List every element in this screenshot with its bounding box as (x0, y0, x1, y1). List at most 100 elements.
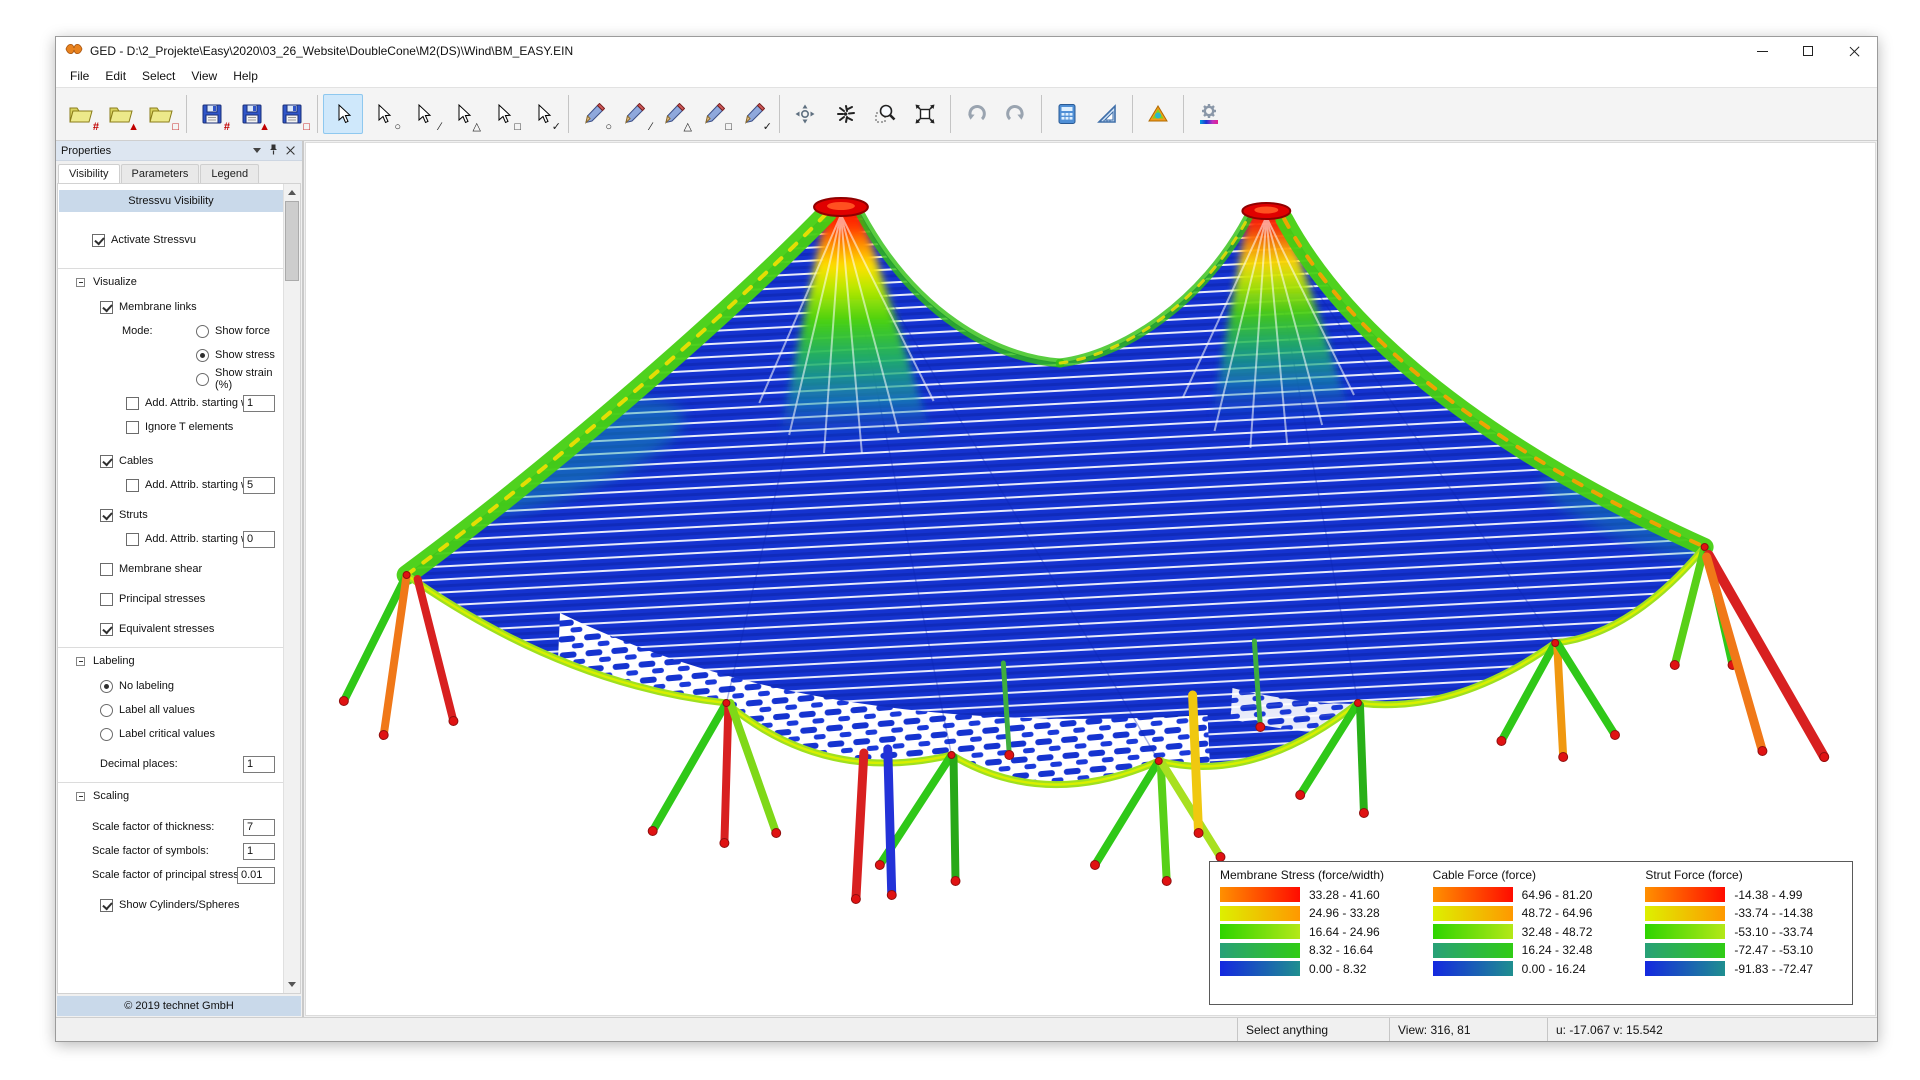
open-file-triangle-icon: ▲ (102, 95, 140, 133)
tab-parameters[interactable]: Parameters (121, 164, 200, 183)
toolbar-separator (568, 95, 569, 133)
menu-file[interactable]: File (62, 67, 97, 85)
select-tool-button[interactable] (323, 94, 363, 134)
save-file-triangle-icon: ▲ (233, 95, 271, 133)
show-strain-radio[interactable] (196, 373, 209, 386)
scrollbar-thumb[interactable] (285, 201, 299, 281)
legend-row: -72.47 - -53.10 (1645, 943, 1842, 958)
draw-check-button[interactable]: ✓ (734, 94, 774, 134)
calculator-button[interactable] (1047, 94, 1087, 134)
collapse-scaling-icon[interactable] (76, 792, 85, 801)
stressvu-settings-button[interactable] (1189, 94, 1229, 134)
show-cylinders-checkbox[interactable] (100, 899, 113, 912)
panel-close-icon[interactable] (286, 146, 295, 155)
membrane-add-attrib-checkbox[interactable] (126, 397, 139, 410)
ignore-t-checkbox[interactable] (126, 421, 139, 434)
minimize-button[interactable] (1739, 37, 1785, 65)
menu-select[interactable]: Select (134, 67, 183, 85)
equivalent-stresses-checkbox[interactable] (100, 623, 113, 636)
collapse-visualize-icon[interactable] (76, 278, 85, 287)
scale-symbols-row: Scale factor of symbols: 1 (92, 839, 283, 863)
select-check-button[interactable]: ✓ (523, 94, 563, 134)
save-file-square-button[interactable]: □ (272, 94, 312, 134)
spray-button[interactable] (825, 94, 865, 134)
show-stress-radio[interactable] (196, 349, 209, 362)
membrane-shear-checkbox[interactable] (100, 563, 113, 576)
open-file-hash-button[interactable]: # (61, 94, 101, 134)
tab-visibility[interactable]: Visibility (58, 164, 120, 184)
draw-lines-button[interactable]: ∕ (614, 94, 654, 134)
cables-add-attrib-checkbox[interactable] (126, 479, 139, 492)
select-points-icon: ○ (364, 95, 402, 133)
labeling-section: Labeling (76, 648, 283, 674)
gradient-swatch (1433, 906, 1513, 921)
main-viewport[interactable]: Membrane Stress (force/width)33.28 - 41.… (305, 142, 1876, 1016)
menu-view[interactable]: View (183, 67, 225, 85)
scroll-down-button[interactable] (284, 976, 300, 993)
membrane-add-attrib-input[interactable]: 1 (243, 395, 275, 412)
measure-button[interactable] (1087, 94, 1127, 134)
scale-principal-input[interactable]: 0.01 (237, 867, 275, 884)
cone-apex-rings (814, 198, 1290, 219)
draw-points-button[interactable]: ○ (574, 94, 614, 134)
app-window: GED - D:\2_Projekte\Easy\2020\03_26_Webs… (55, 36, 1878, 1042)
no-labeling-radio[interactable] (100, 680, 113, 693)
activate-stressvu-checkbox[interactable] (92, 234, 105, 247)
decimal-places-input[interactable]: 1 (243, 756, 275, 773)
zoom-fit-button[interactable] (905, 94, 945, 134)
legend-range-value: 8.32 - 16.64 (1309, 943, 1373, 957)
mesh-view-button[interactable] (1138, 94, 1178, 134)
undo-button[interactable] (956, 94, 996, 134)
select-lines-button[interactable]: ∕ (403, 94, 443, 134)
close-button[interactable] (1831, 37, 1877, 65)
menu-edit[interactable]: Edit (97, 67, 134, 85)
open-file-square-button[interactable]: □ (141, 94, 181, 134)
struts-add-attrib-checkbox[interactable] (126, 533, 139, 546)
collapse-labeling-icon[interactable] (76, 657, 85, 666)
zoom-window-icon (866, 95, 904, 133)
save-file-triangle-button[interactable]: ▲ (232, 94, 272, 134)
membrane-links-checkbox[interactable] (100, 301, 113, 314)
legend-row: -14.38 - 4.99 (1645, 887, 1842, 902)
select-squares-button[interactable]: □ (483, 94, 523, 134)
panel-menu-chevron-icon[interactable] (253, 148, 261, 153)
save-file-hash-button[interactable]: # (192, 94, 232, 134)
gradient-swatch (1220, 887, 1300, 902)
tab-legend[interactable]: Legend (200, 164, 259, 183)
toolbar-separator (317, 95, 318, 133)
legend-column-title: Cable Force (force) (1433, 868, 1630, 882)
principal-stresses-checkbox[interactable] (100, 593, 113, 606)
open-file-triangle-button[interactable]: ▲ (101, 94, 141, 134)
legend-range-value: 0.00 - 8.32 (1309, 962, 1366, 976)
select-triangles-button[interactable]: △ (443, 94, 483, 134)
legend-column-title: Membrane Stress (force/width) (1220, 868, 1417, 882)
gradient-swatch (1433, 924, 1513, 939)
zoom-window-button[interactable] (865, 94, 905, 134)
scale-thickness-input[interactable]: 7 (243, 819, 275, 836)
save-file-square-icon: □ (273, 95, 311, 133)
draw-triangles-button[interactable]: △ (654, 94, 694, 134)
cables-row: Cables (100, 449, 283, 473)
select-points-button[interactable]: ○ (363, 94, 403, 134)
pin-icon[interactable] (269, 144, 278, 158)
show-force-radio[interactable] (196, 325, 209, 338)
gradient-swatch (1433, 943, 1513, 958)
struts-add-attrib-input[interactable]: 0 (243, 531, 275, 548)
legend-row: -91.83 - -72.47 (1645, 961, 1842, 976)
decimal-places-row: Decimal places: 1 (100, 752, 283, 776)
panel-scrollbar[interactable] (283, 184, 300, 993)
gradient-swatch (1645, 943, 1725, 958)
menu-help[interactable]: Help (225, 67, 266, 85)
redo-button[interactable] (996, 94, 1036, 134)
label-all-values-radio[interactable] (100, 704, 113, 717)
draw-squares-button[interactable]: □ (694, 94, 734, 134)
label-critical-values-radio[interactable] (100, 728, 113, 741)
maximize-button[interactable] (1785, 37, 1831, 65)
orbit-view-button[interactable] (785, 94, 825, 134)
scale-symbols-input[interactable]: 1 (243, 843, 275, 860)
cables-checkbox[interactable] (100, 455, 113, 468)
gradient-swatch (1220, 906, 1300, 921)
struts-checkbox[interactable] (100, 509, 113, 522)
scroll-up-button[interactable] (284, 184, 300, 201)
cables-add-attrib-input[interactable]: 5 (243, 477, 275, 494)
